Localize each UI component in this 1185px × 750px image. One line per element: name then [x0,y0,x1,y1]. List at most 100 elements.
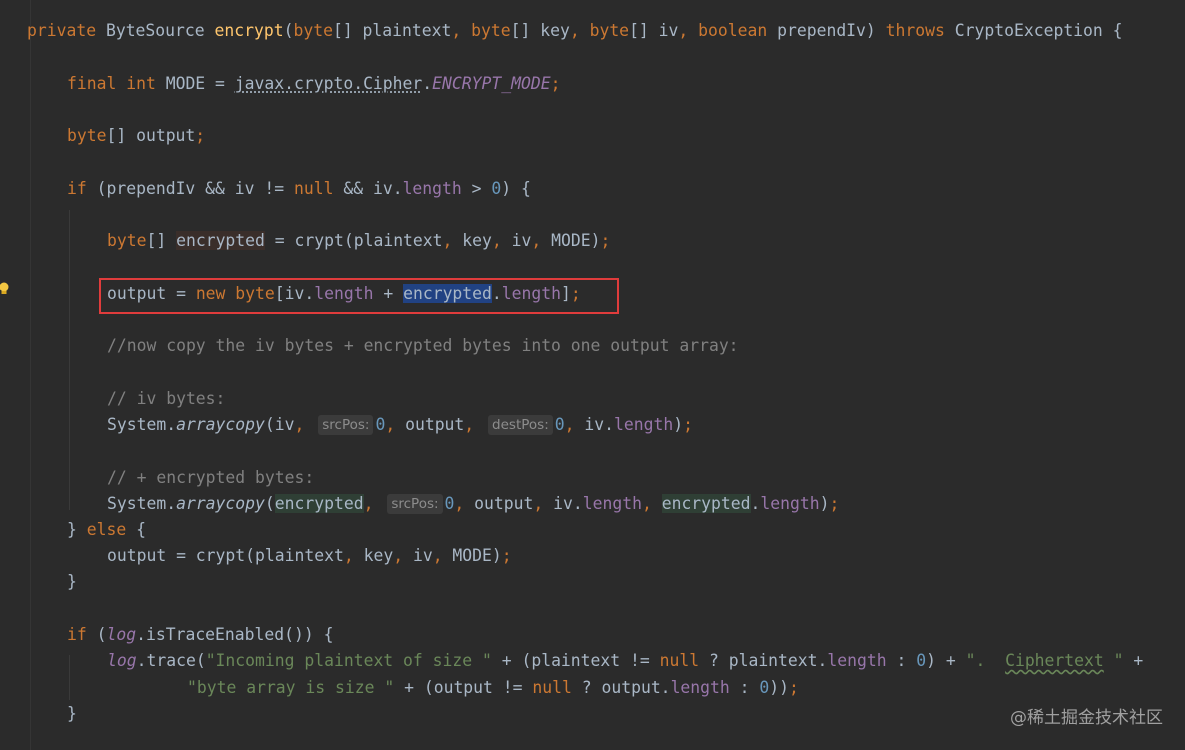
comment: // iv bytes: [107,389,226,408]
number: 0 [759,678,770,697]
comment: //now copy the iv bytes + encrypted byte… [107,336,739,355]
param-hint: srcPos: [318,415,374,435]
code-line-5[interactable]: byte[] encrypted = crypt(plaintext, key,… [107,228,610,254]
brace: } [67,704,77,723]
indent-guide [69,655,70,700]
code-line-1[interactable]: private ByteSource encrypt(byte[] plaint… [27,18,1123,44]
variable: MODE = [165,74,235,93]
type-name: ByteSource [105,21,205,40]
expr: MODE) [541,231,601,250]
comma: , [393,546,404,565]
code-line-3[interactable]: byte[] output; [67,123,205,149]
expr: )) [769,678,790,697]
expr: ) + [926,651,966,670]
dot: . [750,494,761,513]
comma: , [294,415,305,434]
comma: , [533,494,544,513]
expr: .isTraceEnabled()) { [136,625,334,644]
param: prependIv) [777,21,876,40]
keyword: final [67,74,117,93]
semicolon: ; [829,494,840,513]
expr: ? output. [571,678,671,697]
brace: } [67,520,87,539]
expr: ) [673,415,684,434]
log-field: log [106,625,137,644]
code-line-15[interactable]: if (log.isTraceEnabled()) { [67,622,333,648]
comma: , [564,415,575,434]
package-ref: javax.crypto.Cipher [234,74,423,93]
code-line-8[interactable]: // iv bytes: [107,386,225,412]
variable-encrypted: encrypted [661,494,751,513]
code-line-14[interactable]: } [67,569,77,595]
expr: + (plaintext != [491,651,660,670]
number: 0 [916,651,927,670]
code-line-13[interactable]: output = crypt(plaintext, key, iv, MODE)… [107,543,512,569]
semicolon: ; [600,231,611,250]
keyword: private [27,21,97,40]
field: length [613,415,674,434]
comma: , [531,231,542,250]
code-line-18[interactable]: } [67,701,77,727]
string-literal: "Incoming plaintext of size " [205,651,492,670]
keyword: null [659,651,700,670]
comma: , [678,21,689,40]
code-line-16[interactable]: log.trace("Incoming plaintext of size " … [107,648,1143,674]
field: length [402,179,462,198]
static-method: arraycopy [176,415,265,434]
log-field: log [107,651,137,670]
semicolon: ; [789,678,799,697]
dot: . [422,74,433,93]
comma: , [641,494,652,513]
code-line-2[interactable]: final int MODE = javax.crypto.Cipher.ENC… [67,71,560,97]
comma: , [569,21,580,40]
comma: , [432,546,443,565]
number: 0 [444,494,455,513]
variable: [] output [106,126,196,145]
expr: (iv [264,415,295,434]
keyword: byte [589,21,630,40]
expr: [] [146,231,177,250]
field: length [760,494,820,513]
keyword: else [86,520,127,539]
string-literal: ". [965,651,1006,670]
string-literal: "byte array is size " [187,678,395,697]
expr: .trace( [136,651,206,670]
param: [] key [510,21,570,40]
field: length [827,651,887,670]
watermark: @稀土掘金技术社区 [1010,708,1163,728]
expr: = crypt(plaintext [264,231,443,250]
lightbulb-icon[interactable] [0,282,10,296]
expr: + (output != [394,678,533,697]
code-line-17[interactable]: "byte array is size " + (output != null … [187,675,799,701]
code-line-7[interactable]: //now copy the iv bytes + encrypted byte… [107,333,739,359]
variable-encrypted: encrypted [274,494,364,513]
param-hint: destPos: [488,415,553,435]
expr: iv [501,231,532,250]
comma: , [363,494,374,513]
keyword: byte [293,21,333,40]
number: 0 [491,179,502,198]
keyword: byte [67,126,107,145]
expr: : [886,651,917,670]
expr: key [353,546,394,565]
code-line-10[interactable]: // + encrypted bytes: [107,465,314,491]
code-line-12[interactable]: } else { [67,517,146,543]
expr: ) [819,494,830,513]
keyword: int [126,74,156,93]
comma: , [442,231,453,250]
semicolon: ; [195,126,206,145]
param: [] iv [629,21,679,40]
keyword: byte [471,21,511,40]
comma: , [343,546,354,565]
code-line-4[interactable]: if (prependIv && iv != null && iv.length… [67,176,531,202]
code-line-9[interactable]: System.arraycopy(iv, srcPos: 0, output, d… [107,412,693,438]
code-editor[interactable]: private ByteSource encrypt(byte[] plaint… [0,0,1185,750]
semicolon: ; [501,546,512,565]
string-literal: " [1103,651,1124,670]
expr: key [452,231,492,250]
expr: (prependIv && iv != [96,179,294,198]
code-line-11[interactable]: System.arraycopy(encrypted, srcPos: 0, ou… [107,491,839,517]
expr: > [461,179,492,198]
expr: iv [403,546,433,565]
expr: iv. [543,494,583,513]
